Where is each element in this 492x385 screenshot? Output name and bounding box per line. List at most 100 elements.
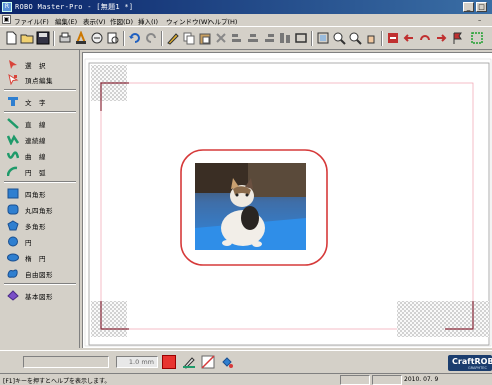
polygon-tool-icon: [7, 220, 19, 231]
minimize-button[interactable]: _: [463, 2, 474, 12]
tool-arc[interactable]: 円 弧: [4, 164, 78, 179]
line-tool-icon: [7, 118, 19, 129]
tool-label: 円: [25, 239, 32, 247]
tool-line[interactable]: 直 線: [4, 116, 78, 131]
tool-label: 直 線: [25, 121, 46, 129]
tool-label: 自由図形: [25, 271, 53, 279]
toolbar-separator: [381, 31, 383, 46]
canvas-drawing: [84, 58, 492, 347]
preview-icon[interactable]: [106, 31, 120, 45]
tool-ellipse[interactable]: 楕 円: [4, 250, 78, 265]
align-center-icon[interactable]: [246, 31, 260, 45]
tool-rounded-rectangle[interactable]: 丸四角形: [4, 202, 78, 217]
select-all-icon[interactable]: [470, 31, 484, 45]
coordinate-field[interactable]: [23, 356, 109, 368]
tool-basic-shape[interactable]: 基本図形: [4, 288, 78, 303]
status-pane: [372, 375, 402, 385]
node-edit-icon: [8, 74, 19, 85]
toolbar-separator: [161, 31, 163, 46]
redo-icon[interactable]: [144, 31, 158, 45]
zoom-in-icon[interactable]: [332, 31, 346, 45]
document-icon[interactable]: ▣: [2, 15, 11, 24]
tool-circle[interactable]: 円: [4, 234, 78, 249]
tool-label: 文 字: [25, 99, 46, 107]
property-bar: 1.0 mm: [0, 350, 492, 372]
circle-tool-icon: [8, 236, 18, 247]
tool-node-edit[interactable]: 頂点編集: [4, 72, 78, 87]
tool-freeform[interactable]: 自由図形: [4, 266, 78, 281]
align-left-icon[interactable]: [230, 31, 244, 45]
flag-icon[interactable]: [450, 31, 464, 45]
menu-draw[interactable]: 作図(D): [110, 16, 133, 26]
paint-bucket-icon[interactable]: [220, 355, 234, 369]
menu-bar: ▣ ファイル(F) 編集(E) 表示(V) 作図(D) 挿入(I) ウィンドウ(…: [0, 14, 492, 26]
tool-select[interactable]: 選 択: [4, 57, 78, 72]
distribute-icon[interactable]: [278, 31, 292, 45]
align-right-icon[interactable]: [262, 31, 276, 45]
zoom-out-icon[interactable]: [348, 31, 362, 45]
toolbar-separator: [123, 31, 125, 46]
zoom-fit-icon[interactable]: [316, 31, 330, 45]
cut-plot-icon[interactable]: [90, 31, 104, 45]
forward-arrow-icon[interactable]: [434, 31, 448, 45]
status-pane: [340, 375, 370, 385]
rotate-icon[interactable]: [418, 31, 432, 45]
frame-icon[interactable]: [294, 31, 308, 45]
tool-label: 円 弧: [25, 169, 46, 177]
tool-separator: [4, 111, 76, 113]
copy-icon[interactable]: [182, 31, 196, 45]
no-fill-icon[interactable]: [201, 355, 215, 369]
print-icon[interactable]: [58, 31, 72, 45]
menu-view[interactable]: 表示(V): [83, 16, 106, 26]
mdi-minimize-button[interactable]: –: [478, 16, 481, 24]
tool-label: 選 択: [25, 62, 46, 70]
tool-label: 曲 線: [25, 153, 46, 161]
tool-label: 四角形: [25, 191, 46, 199]
rounded-rect-tool-icon: [7, 204, 19, 215]
menu-help[interactable]: ヘルプ(H): [208, 16, 237, 26]
tool-curve[interactable]: 曲 線: [4, 148, 78, 163]
tool-label: 丸四角形: [25, 207, 53, 215]
toolbar-separator: [311, 31, 313, 46]
freeform-tool-icon: [7, 269, 18, 278]
menu-file[interactable]: ファイル(F): [14, 16, 49, 26]
tool-polyline[interactable]: 連続線: [4, 132, 78, 147]
logo-text: CraftROBO: [452, 357, 492, 366]
tool-separator: [4, 283, 76, 285]
main-toolbar: [0, 26, 492, 50]
back-arrow-icon[interactable]: [402, 31, 416, 45]
print-setup-icon[interactable]: [74, 31, 88, 45]
paste-icon[interactable]: [198, 31, 212, 45]
hand-icon[interactable]: [364, 31, 378, 45]
menu-edit[interactable]: 編集(E): [55, 16, 77, 26]
send-icon[interactable]: [386, 31, 400, 45]
ellipse-tool-icon: [7, 253, 19, 262]
logo-subtext: GRAPHTEC: [468, 366, 487, 370]
tool-palette: 選 択 頂点編集 文 字 直 線 連続線 曲 線 円 弧 四角形 丸四角形 多角…: [0, 50, 80, 348]
title-bar: R ROBO Master-Pro - [無題1 *] _ □: [0, 0, 492, 14]
tool-rectangle[interactable]: 四角形: [4, 186, 78, 201]
fill-color-swatch[interactable]: [162, 355, 176, 369]
tool-text[interactable]: 文 字: [4, 94, 78, 109]
save-icon[interactable]: [36, 31, 50, 45]
tool-label: 楕 円: [25, 255, 46, 263]
tool-label: 連続線: [25, 137, 46, 145]
cat-photo[interactable]: [195, 163, 306, 250]
line-width-field[interactable]: 1.0 mm: [116, 356, 158, 368]
polyline-tool-icon: [7, 134, 19, 145]
drawing-canvas[interactable]: [82, 52, 492, 348]
menu-window[interactable]: ウィンドウ(W): [166, 16, 210, 26]
tool-polygon[interactable]: 多角形: [4, 218, 78, 233]
open-file-icon[interactable]: [20, 31, 34, 45]
app-icon[interactable]: R: [2, 2, 12, 12]
line-color-icon[interactable]: [182, 355, 196, 369]
new-file-icon[interactable]: [4, 31, 18, 45]
line-width-value: 1.0 mm: [128, 358, 154, 366]
arc-tool-icon: [7, 166, 18, 177]
delete-icon[interactable]: [214, 31, 228, 45]
menu-insert[interactable]: 挿入(I): [138, 16, 158, 26]
maximize-button[interactable]: □: [476, 2, 487, 12]
curve-tool-icon: [7, 151, 19, 159]
pen-icon[interactable]: [166, 31, 180, 45]
undo-icon[interactable]: [128, 31, 142, 45]
